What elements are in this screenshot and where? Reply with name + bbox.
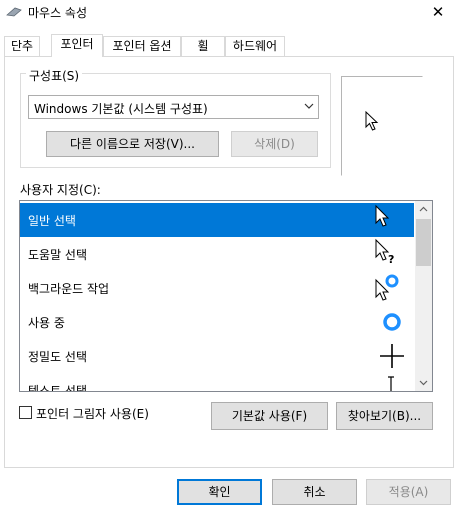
- tab-wheel[interactable]: 휠: [181, 36, 225, 56]
- crosshair-cursor-icon: [380, 344, 404, 368]
- list-item[interactable]: 도움말 선택 ?: [20, 237, 414, 271]
- list-item[interactable]: 사용 중: [20, 305, 414, 339]
- list-item[interactable]: 정밀도 선택: [20, 339, 414, 373]
- busy-cursor-icon: [383, 313, 401, 331]
- title-bar: 마우스 속성 ✕: [0, 0, 458, 26]
- ok-button[interactable]: 확인: [177, 479, 262, 505]
- customize-label: 사용자 지정(C):: [20, 183, 101, 197]
- close-button[interactable]: ✕: [418, 0, 458, 26]
- scroll-thumb[interactable]: [416, 219, 431, 266]
- tab-buttons[interactable]: 단추: [4, 36, 40, 56]
- scheme-dropdown[interactable]: Windows 기본값 (시스템 구성표): [28, 95, 319, 119]
- chevron-down-icon: [304, 103, 314, 109]
- use-default-button[interactable]: 기본값 사용(F): [211, 402, 328, 430]
- svg-text:?: ?: [388, 253, 394, 266]
- tab-hardware[interactable]: 하드웨어: [225, 36, 285, 56]
- cancel-button[interactable]: 취소: [272, 479, 357, 505]
- scheme-dropdown-value: Windows 기본값 (시스템 구성표): [34, 102, 208, 116]
- mouse-icon: [6, 7, 22, 17]
- apply-button[interactable]: 적용(A): [366, 479, 451, 505]
- pointer-shadow-checkbox[interactable]: [19, 406, 32, 419]
- scroll-down-icon[interactable]: [415, 374, 432, 391]
- window-title: 마우스 속성: [28, 6, 88, 20]
- delete-button[interactable]: 삭제(D): [231, 131, 318, 157]
- list-item[interactable]: 백그라운드 작업: [20, 271, 414, 305]
- tab-pointers[interactable]: 포인터: [51, 34, 103, 57]
- cursor-list[interactable]: 일반 선택 도움말 선택 ? 백그라운드 작업 사용 중 정밀도 선택 텍스트 …: [19, 200, 433, 392]
- cursor-preview: [341, 76, 423, 176]
- browse-button[interactable]: 찾아보기(B)...: [336, 402, 433, 430]
- help-cursor-icon: ?: [375, 238, 394, 266]
- save-as-button[interactable]: 다른 이름으로 저장(V)...: [46, 131, 219, 157]
- tab-pointer-options[interactable]: 포인터 옵션: [103, 36, 181, 56]
- pointer-shadow-label: 포인터 그림자 사용(E): [36, 407, 149, 421]
- arrow-cursor-icon: [365, 111, 379, 131]
- scroll-up-icon[interactable]: [415, 201, 432, 218]
- arrow-cursor-icon: [375, 204, 390, 227]
- working-in-background-cursor-icon: [375, 274, 399, 301]
- list-item[interactable]: 일반 선택: [20, 203, 414, 237]
- scheme-label: 구성표(S): [26, 67, 83, 84]
- text-beam-cursor-icon: [388, 376, 394, 391]
- close-icon: ✕: [431, 3, 445, 21]
- list-scrollbar[interactable]: [415, 201, 432, 391]
- list-item[interactable]: 텍스트 선택: [20, 373, 414, 391]
